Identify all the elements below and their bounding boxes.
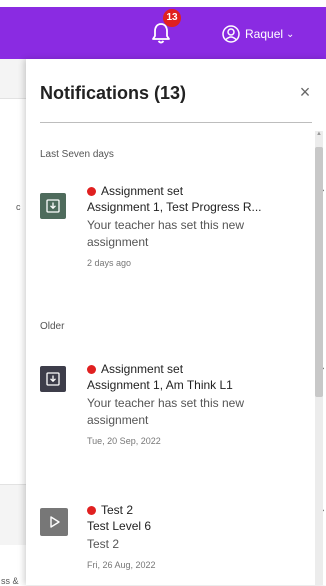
notification-time: Tue, 20 Sep, 2022 <box>87 436 161 446</box>
notification-type: Assignment set <box>87 184 297 199</box>
background-card <box>0 98 26 485</box>
notification-type: Assignment set <box>87 362 297 377</box>
notification-title: Test Level 6 <box>87 519 152 533</box>
divider <box>40 122 312 123</box>
download-icon <box>46 199 60 213</box>
notification-time: 2 days ago <box>87 258 132 268</box>
notification-message: Your teacher has set this new assignment <box>87 396 244 427</box>
section-label-last-seven-days: Last Seven days <box>40 149 114 160</box>
notification-time: Fri, 26 Aug, 2022 <box>87 560 156 570</box>
notification-title: Assignment 1, Test Progress R... <box>87 200 262 214</box>
notification-type: Test 2 <box>87 503 297 518</box>
user-name: Raquel <box>245 27 284 41</box>
user-avatar-icon <box>222 25 240 43</box>
notification-type-label: Test 2 <box>101 503 134 517</box>
notification-title: Assignment 1, Am Think L1 <box>87 378 233 392</box>
play-icon <box>48 515 62 529</box>
notification-item[interactable]: Test 2 Test Level 6 Test 2 Fri, 26 Aug, … <box>40 501 324 585</box>
scrollbar-thumb[interactable] <box>315 147 323 397</box>
chevron-down-icon: ⌄ <box>286 28 295 40</box>
unread-dot <box>87 506 96 515</box>
background-text-fragment: c <box>16 202 21 212</box>
notification-type-label: Assignment set <box>101 184 184 198</box>
notification-item[interactable]: Assignment set Assignment 1, Am Think L1… <box>40 358 324 468</box>
unread-dot <box>87 187 96 196</box>
notification-message: Your teacher has set this new assignment <box>87 218 244 249</box>
unread-dot <box>87 365 96 374</box>
notification-item[interactable]: Assignment set Assignment 1, Test Progre… <box>40 181 324 291</box>
assignment-thumbnail <box>40 193 66 219</box>
top-edge-strip <box>0 0 326 7</box>
scroll-up-arrow-icon[interactable]: ▲ <box>316 131 322 137</box>
download-icon <box>46 372 60 386</box>
notification-count-badge: 13 <box>163 9 181 27</box>
section-label-older: Older <box>40 321 65 332</box>
notifications-panel: Notifications (13) × Last Seven days Ass… <box>26 59 326 585</box>
notification-message: Test 2 <box>87 537 120 551</box>
panel-title: Notifications (13) <box>40 83 187 103</box>
close-button[interactable]: × <box>296 81 314 103</box>
user-menu[interactable]: Raquel ⌄ <box>222 24 294 44</box>
assignment-thumbnail <box>40 366 66 392</box>
test-thumbnail <box>40 508 68 536</box>
notification-type-label: Assignment set <box>101 362 184 376</box>
